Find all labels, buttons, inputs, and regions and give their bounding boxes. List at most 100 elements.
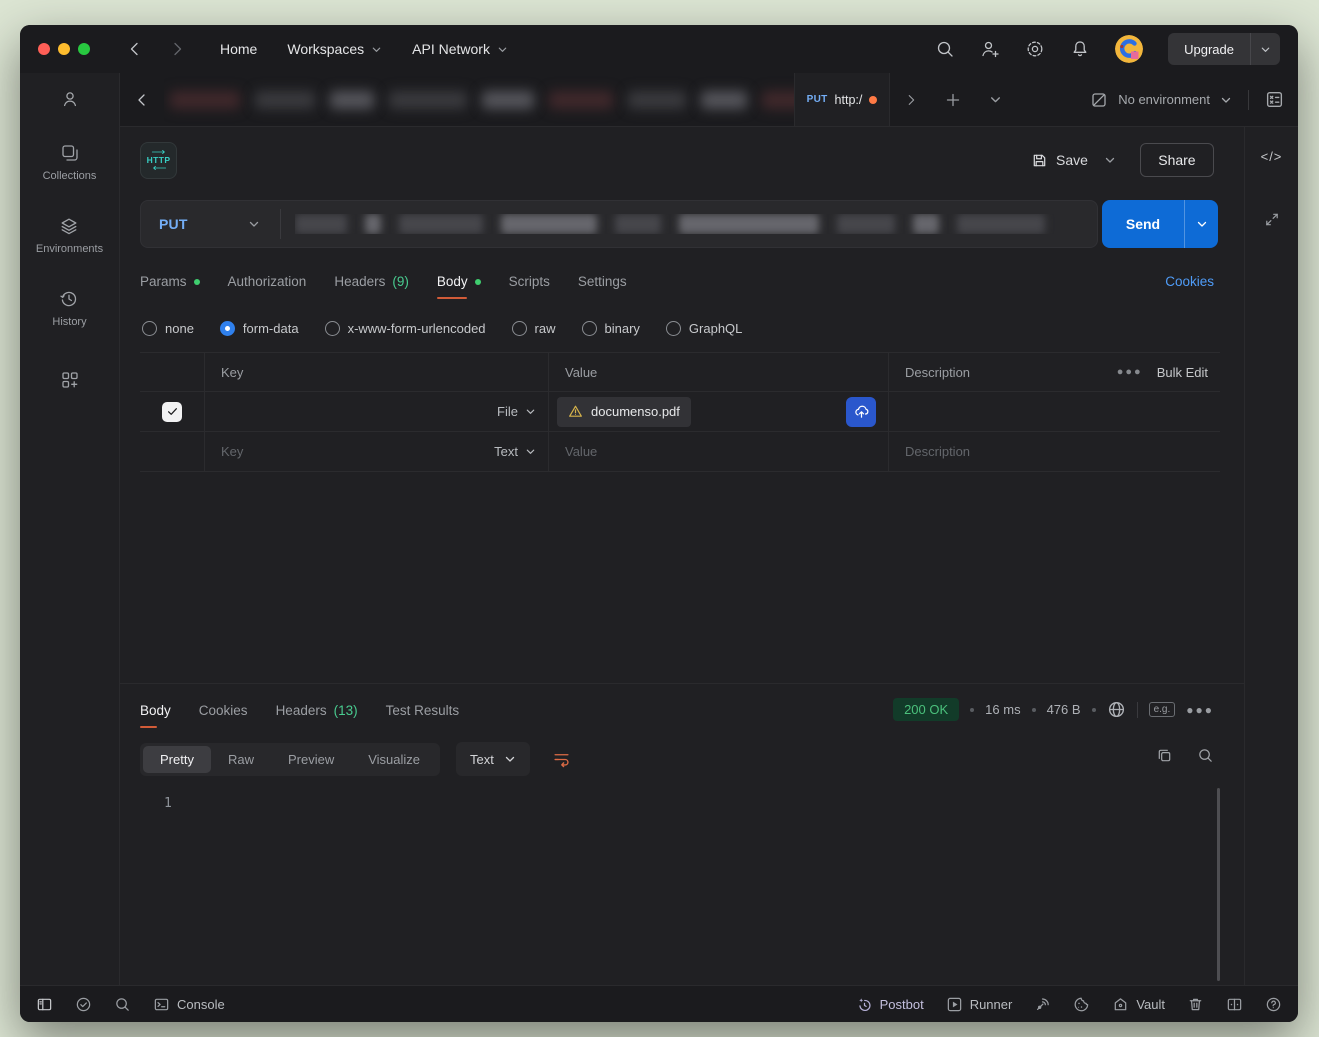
bodytype-binary[interactable]: binary xyxy=(582,321,640,336)
description-cell[interactable]: Description xyxy=(888,432,1220,471)
forward-icon[interactable] xyxy=(164,36,190,62)
value-type-select[interactable]: File xyxy=(497,404,536,419)
tab-settings[interactable]: Settings xyxy=(578,274,627,299)
environment-quick-look-icon[interactable] xyxy=(1265,90,1284,109)
nav-home[interactable]: Home xyxy=(220,41,257,57)
value-type-select[interactable]: Text xyxy=(494,444,536,459)
bulk-edit-link[interactable]: Bulk Edit xyxy=(1157,365,1208,380)
bodytype-raw[interactable]: raw xyxy=(512,321,556,336)
bodytype-none[interactable]: none xyxy=(142,321,194,336)
close-button[interactable] xyxy=(38,43,50,55)
capture-requests-icon[interactable] xyxy=(1034,996,1051,1013)
redacted-tabs[interactable] xyxy=(164,73,794,126)
cookies-link[interactable]: Cookies xyxy=(1165,274,1214,289)
tab-options-chevron-icon[interactable] xyxy=(974,73,1016,126)
tab-headers[interactable]: Headers(9) xyxy=(334,274,409,299)
trash-icon[interactable] xyxy=(1187,996,1204,1013)
new-tab-icon[interactable] xyxy=(932,73,974,126)
save-options-chevron-icon[interactable] xyxy=(1104,154,1116,166)
sidebar-item-collections[interactable]: Collections xyxy=(43,143,97,182)
method-selector[interactable]: PUT xyxy=(141,216,188,232)
url-input[interactable]: PUT xyxy=(140,200,1098,248)
value-cell[interactable]: Value xyxy=(548,432,888,471)
no-environment-icon xyxy=(1090,91,1108,109)
nav-workspaces[interactable]: Workspaces xyxy=(287,41,382,57)
save-button[interactable]: Save xyxy=(1031,152,1088,169)
console-button[interactable]: Console xyxy=(153,996,225,1013)
description-cell[interactable] xyxy=(888,392,1220,431)
split-panel-icon[interactable] xyxy=(1226,996,1243,1013)
view-visualize[interactable]: Visualize xyxy=(351,746,437,773)
toggle-sidebar-icon[interactable] xyxy=(36,996,53,1013)
send-options-chevron-icon[interactable] xyxy=(1184,200,1218,248)
file-chip[interactable]: documenso.pdf xyxy=(557,397,691,427)
profile-icon[interactable] xyxy=(60,89,80,109)
value-cell[interactable]: documenso.pdf xyxy=(548,392,888,431)
view-preview[interactable]: Preview xyxy=(271,746,351,773)
nav-api-network[interactable]: API Network xyxy=(412,41,508,57)
invite-user-icon[interactable] xyxy=(980,39,1000,59)
cookies-icon[interactable] xyxy=(1073,996,1090,1013)
environment-selector[interactable]: No environment xyxy=(1118,92,1210,107)
upload-file-button[interactable] xyxy=(846,397,876,427)
tabs-scroll-left-icon[interactable] xyxy=(120,73,164,126)
response-tab-cookies[interactable]: Cookies xyxy=(199,703,248,728)
response-scrollbar[interactable] xyxy=(1217,788,1220,981)
search-response-icon[interactable] xyxy=(1197,747,1214,764)
minimize-button[interactable] xyxy=(58,43,70,55)
tabs-scroll-right-icon[interactable] xyxy=(890,73,932,126)
upgrade-button[interactable]: Upgrade xyxy=(1168,33,1280,65)
tab-scripts[interactable]: Scripts xyxy=(509,274,550,299)
chevron-down-icon[interactable] xyxy=(248,218,260,230)
bodytype-graphql[interactable]: GraphQL xyxy=(666,321,742,336)
row-checkbox[interactable] xyxy=(162,402,182,422)
sidebar-label: Collections xyxy=(43,170,97,182)
copy-icon[interactable] xyxy=(1156,747,1173,764)
redacted-url[interactable] xyxy=(295,214,1097,234)
settings-gear-icon[interactable] xyxy=(1025,39,1045,59)
table-row: Key Text Value Description xyxy=(140,432,1220,472)
active-request-tab[interactable]: PUT http:/ xyxy=(794,73,890,126)
key-cell[interactable]: File xyxy=(204,392,548,431)
checkpoint-icon[interactable] xyxy=(75,996,92,1013)
save-example-icon[interactable]: e.g. xyxy=(1149,702,1176,717)
find-icon[interactable] xyxy=(114,996,131,1013)
search-icon[interactable] xyxy=(935,39,955,59)
column-options-icon[interactable]: ●●● xyxy=(1117,366,1143,378)
view-raw[interactable]: Raw xyxy=(211,746,271,773)
key-cell[interactable]: Key Text xyxy=(204,432,548,471)
tab-params[interactable]: Params xyxy=(140,274,200,299)
more-tools-icon[interactable] xyxy=(60,370,80,390)
vault-button[interactable]: Vault xyxy=(1112,996,1165,1013)
response-options-icon[interactable]: ●●● xyxy=(1186,703,1214,717)
back-icon[interactable] xyxy=(122,36,148,62)
code-snippet-icon[interactable]: </> xyxy=(1261,149,1283,164)
sidebar-item-environments[interactable]: Environments xyxy=(36,216,103,255)
share-button[interactable]: Share xyxy=(1140,143,1214,177)
radio-icon xyxy=(512,321,527,336)
response-tab-test-results[interactable]: Test Results xyxy=(386,703,460,728)
wrap-lines-icon[interactable] xyxy=(552,750,571,769)
tab-title: http:/ xyxy=(835,93,863,107)
response-tab-headers[interactable]: Headers(13) xyxy=(276,703,358,728)
chevron-down-icon[interactable] xyxy=(1250,33,1280,65)
postbot-button[interactable]: Postbot xyxy=(856,996,924,1013)
help-icon[interactable] xyxy=(1265,996,1282,1013)
user-avatar[interactable] xyxy=(1115,35,1143,63)
expand-panel-icon[interactable] xyxy=(1263,211,1280,228)
redacted-request-title[interactable] xyxy=(185,147,985,173)
send-button[interactable]: Send xyxy=(1102,200,1184,248)
network-globe-icon[interactable] xyxy=(1107,700,1126,719)
maximize-button[interactable] xyxy=(78,43,90,55)
sidebar-item-history[interactable]: History xyxy=(52,289,86,328)
format-select[interactable]: Text xyxy=(456,742,530,776)
tab-body[interactable]: Body xyxy=(437,274,481,299)
chevron-down-icon[interactable] xyxy=(1220,94,1232,106)
view-pretty[interactable]: Pretty xyxy=(143,746,211,773)
runner-button[interactable]: Runner xyxy=(946,996,1013,1013)
notifications-bell-icon[interactable] xyxy=(1070,39,1090,59)
bodytype-form-data[interactable]: form-data xyxy=(220,321,299,336)
bodytype-x-www-form-urlencoded[interactable]: x-www-form-urlencoded xyxy=(325,321,486,336)
tab-authorization[interactable]: Authorization xyxy=(228,274,307,299)
response-tab-body[interactable]: Body xyxy=(140,703,171,728)
